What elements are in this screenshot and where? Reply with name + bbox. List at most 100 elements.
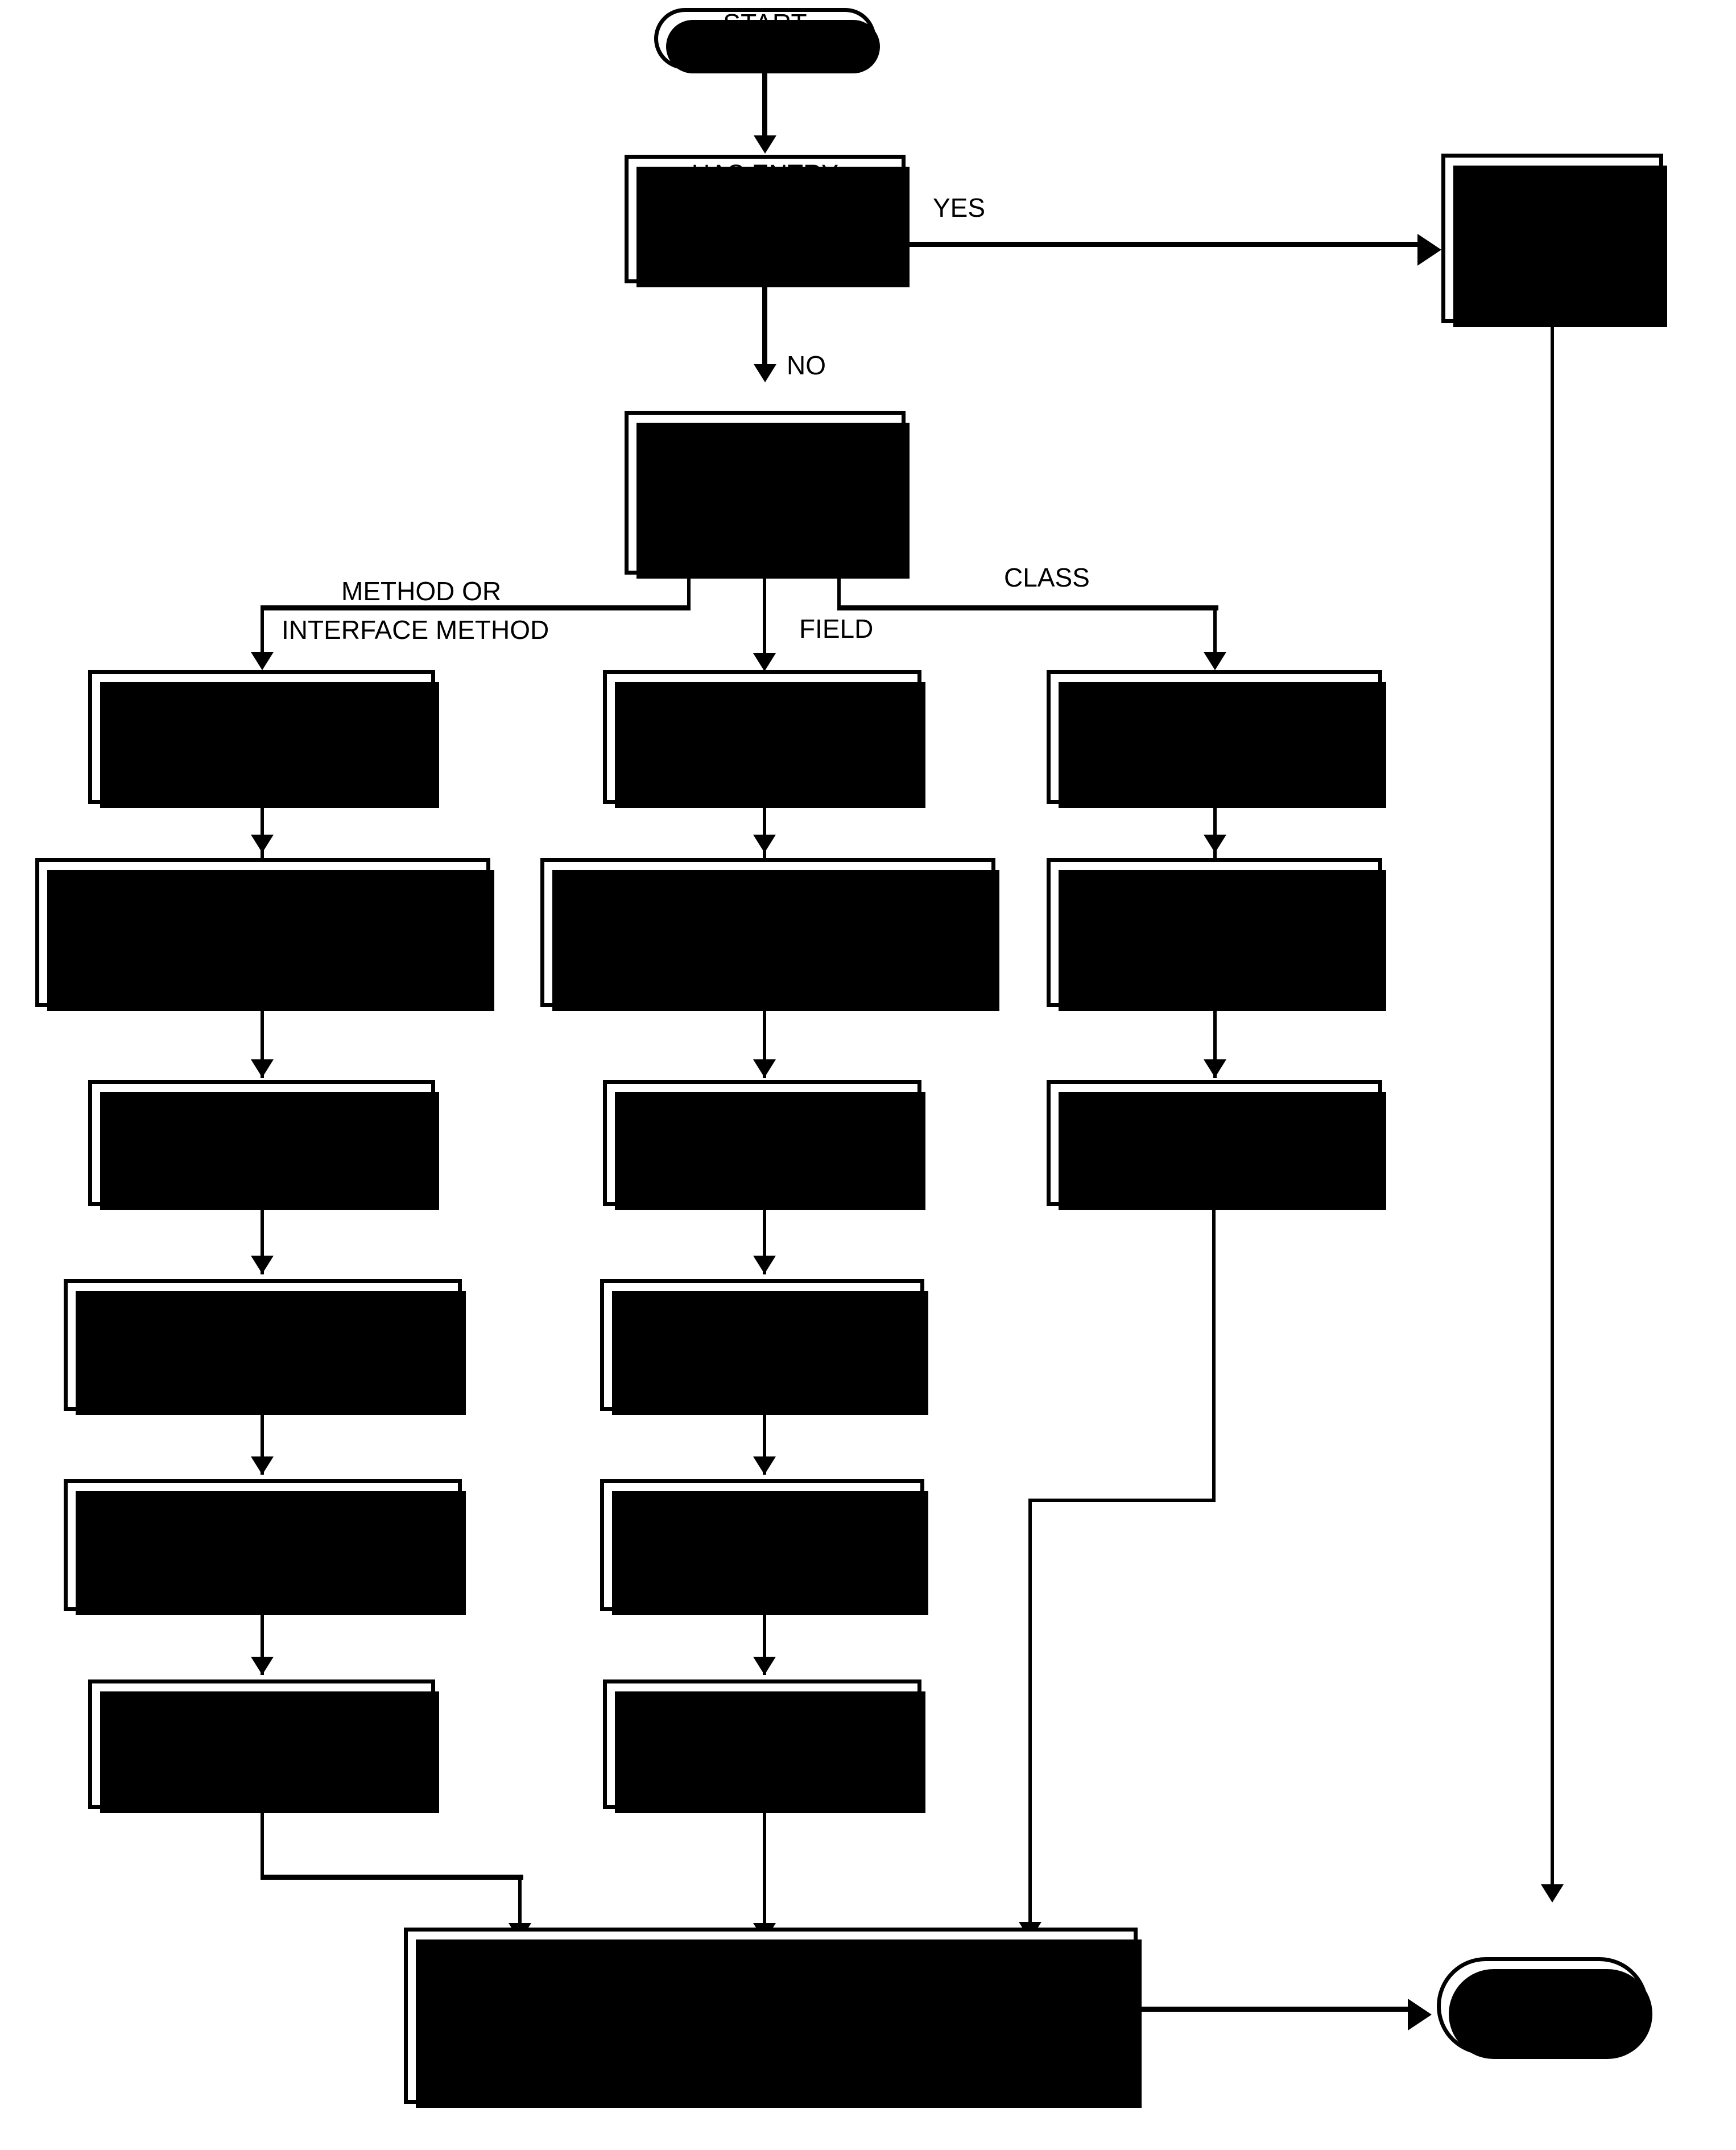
node-404r-line2: DIRECT (1504, 208, 1601, 238)
node-end-line1: END (1515, 1975, 1570, 2005)
edge-determine-to-class (837, 605, 1218, 610)
node-get-name-type-index-method: GET NAME AND TYPE INDEX 410 (88, 1080, 439, 1210)
node-lookup-class-in-list: LOOKUP CLASS IN LIST OF CLASSES 434 (1047, 858, 1386, 1011)
node-418-ref: 418 (741, 737, 784, 767)
arrow-408-to-410 (251, 1059, 274, 1078)
arrow-404r-to-end (1541, 1884, 1564, 1903)
node-return-direct-pointer: RETURN DIRECT POINTER 404 (1441, 154, 1667, 327)
node-404d-line1: DETERMINE (689, 432, 841, 462)
edge-416-drop2 (518, 1875, 522, 1927)
node-get-class-index-field: GET CLASS INDEX 418 (603, 670, 925, 808)
edge-label-field: FIELD (799, 614, 874, 643)
edge-430-to-438 (763, 1809, 766, 1930)
node-402-ref: 402 (743, 250, 787, 279)
node-430-line1: RETURN FIELD (668, 1699, 856, 1729)
arrow-start-to-402 (754, 135, 776, 154)
node-406-ref: 406 (240, 737, 283, 767)
arrow-432-to-434 (1204, 835, 1226, 853)
node-start-line1: START (723, 8, 807, 38)
node-436-line2: POINTER (1157, 1128, 1272, 1158)
edge-402-yes-to-404 (906, 242, 1429, 247)
node-410-ref: 410 (240, 1158, 283, 1188)
node-432-ref: 432 (1193, 753, 1236, 782)
node-call-class-resolution-method: CALL CLASS RESOLUTION SUBROUTINE 408 (35, 858, 494, 1011)
edge-label-method-or: METHOD OR (341, 576, 502, 606)
flowchart-canvas: START 400 HAS ENTRY ALREADY BEEN RESOLVE… (0, 0, 1736, 2150)
edge-label-yes: YES (933, 193, 986, 222)
node-get-name-type-index-field: GET NAME AND TYPE INDEX 422 (603, 1080, 925, 1210)
arrow-to-get-class-index-418 (753, 653, 776, 671)
arrow-428-to-430 (753, 1657, 776, 1675)
edge-determine-left-stub (687, 575, 691, 609)
edge-start-to-402 (762, 69, 767, 139)
edge-label-interface-method: INTERFACE METHOD (282, 615, 549, 645)
node-430-line2: POINTER (705, 1730, 820, 1759)
arrow-424-to-428 (753, 1456, 776, 1475)
node-return-field-pointer: RETURN FIELD POINTER 430 (603, 1679, 925, 1813)
node-404d-line2: TYPE OF (710, 463, 820, 492)
node-424-line1: CALL NAME AND (659, 1300, 865, 1330)
edge-416-drop (261, 1809, 264, 1879)
node-start: START 400 (654, 8, 880, 73)
node-428-line1: DO FIELD LOOKUP IN (629, 1500, 895, 1530)
node-422-ref: 422 (741, 1158, 784, 1188)
node-replace-entry: IF RESOLUTION SUCCESSFUL, REPLACE ENTRY … (404, 1928, 1142, 2108)
node-end: END 440 (1437, 1957, 1652, 2059)
node-402-line3: RESOLVED? (688, 220, 842, 249)
node-402-line1: HAS ENTRY (691, 159, 839, 188)
edge-436-drop2 (1028, 1499, 1032, 1925)
edge-determine-to-field (763, 575, 766, 657)
node-start-ref: 400 (743, 39, 787, 69)
node-432-line2: CLASS (1172, 722, 1257, 752)
arrow-420-to-422 (753, 1059, 776, 1078)
edge-method-drop (261, 605, 264, 655)
node-436-ref: 436 (1193, 1158, 1236, 1188)
arrow-418-to-420 (753, 835, 776, 853)
node-412-ref: 412 (241, 1360, 284, 1390)
node-428-line2: FIELD TABLE (682, 1530, 842, 1560)
node-438-line1: IF RESOLUTION SUCCESSFUL, REPLACE (514, 1955, 1027, 1985)
node-406-line1: GET CLASS INDEX (146, 707, 377, 737)
node-404r-ref: 404 (1531, 269, 1574, 299)
edge-label-no: NO (787, 350, 826, 380)
node-438-ref: 438 (749, 2046, 792, 2076)
node-410-line2: TYPE INDEX (185, 1128, 338, 1158)
node-434-line2: LIST OF CLASSES (1102, 918, 1326, 947)
node-404d-ref: 404 (743, 523, 787, 553)
node-428-ref: 428 (741, 1561, 784, 1590)
node-416-line1: RETURN METHOD (148, 1699, 375, 1729)
node-434-ref: 434 (1193, 948, 1236, 977)
node-404d-line3: RESOLUTION (681, 493, 849, 522)
edge-438-to-end (1138, 2007, 1419, 2012)
node-414-line2: METHOD TABLE (163, 1530, 362, 1560)
node-420-line1: CALL CLASS RESOLUTION (602, 888, 933, 917)
arrow-438-to-end (1408, 1999, 1432, 2031)
node-get-name-of-class: GET NAME OF CLASS 432 (1047, 670, 1386, 808)
node-418-line1: GET CLASS INDEX (647, 707, 878, 737)
node-420-line2: SUBROUTINE (683, 918, 853, 947)
node-408-line2: SUBROUTINE (178, 918, 348, 947)
arrow-to-get-name-of-class (1204, 652, 1226, 670)
node-438-line2: ENTRY WITH DIRECT POINTER AND INDICATE (486, 1986, 1056, 2015)
node-424-ref: 424 (741, 1360, 784, 1390)
node-412-line2: SUBROUTINE (178, 1330, 348, 1360)
arrow-yes-to-return-direct (1417, 234, 1441, 266)
node-410-line1: GET NAME AND (164, 1098, 359, 1128)
edge-402-no-to-404 (762, 283, 767, 368)
arrow-434-to-436 (1204, 1059, 1226, 1078)
node-412-line1: CALL NAME AND TYPE (123, 1300, 403, 1330)
node-has-entry-resolved: HAS ENTRY ALREADY BEEN RESOLVED? 402 (625, 155, 910, 287)
node-424-line2: TYPE SUBROUTINE (640, 1330, 884, 1360)
node-404r-line3: POINTER (1495, 239, 1610, 268)
node-do-method-lookup: DO METHOD LOOKUP IN METHOD TABLE 414 (64, 1479, 466, 1615)
node-402-line2: ALREADY BEEN (666, 189, 864, 218)
edge-label-class: CLASS (1004, 563, 1090, 592)
arrow-to-get-class-index-406 (251, 652, 274, 670)
node-414-line1: DO METHOD LOOKUP IN (110, 1500, 415, 1530)
edge-436-across (1028, 1499, 1216, 1502)
arrow-no-to-determine (754, 364, 776, 382)
node-return-method-pointer: RETURN METHOD POINTER 416 (88, 1679, 439, 1813)
node-do-field-lookup: DO FIELD LOOKUP IN FIELD TABLE 428 (600, 1479, 928, 1615)
node-return-class-pointer: RETURN CLASS POINTER 436 (1047, 1080, 1386, 1210)
node-end-ref: 440 (1520, 2007, 1565, 2036)
